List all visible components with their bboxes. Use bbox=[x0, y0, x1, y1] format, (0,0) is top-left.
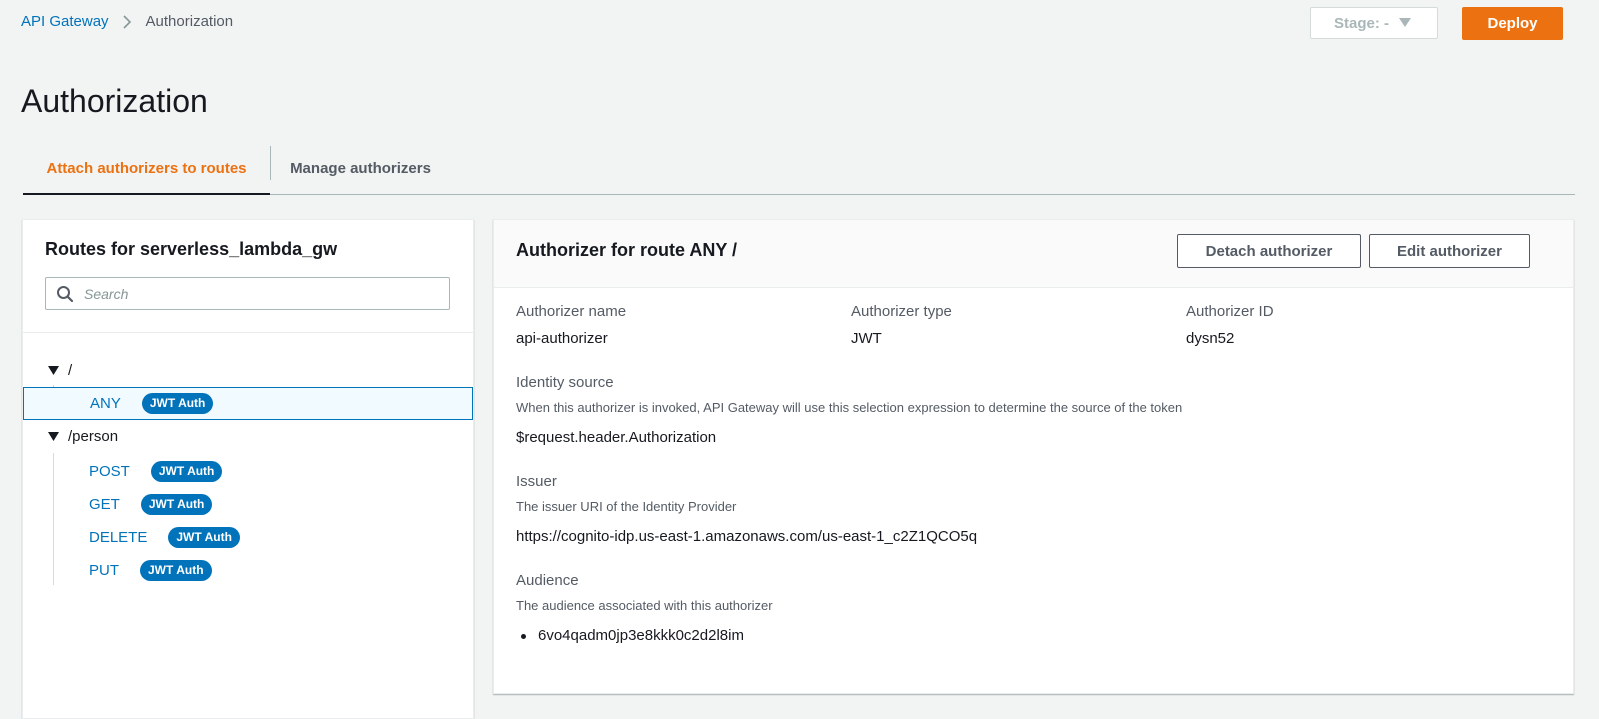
route-method: POST bbox=[89, 462, 130, 480]
tab-divider bbox=[270, 146, 271, 180]
triangle-down-icon bbox=[48, 366, 59, 375]
authorizer-detail-panel: Authorizer for route ANY / Detach author… bbox=[493, 219, 1574, 694]
audience-value: 6vo4qadm0jp3e8kkk0c2d2l8im bbox=[538, 627, 744, 644]
authorizer-type-value: JWT bbox=[851, 330, 882, 347]
authorizer-id-label: Authorizer ID bbox=[1186, 303, 1274, 320]
route-method: GET bbox=[89, 495, 120, 513]
routes-panel: Routes for serverless_lambda_gw / ANY JW… bbox=[22, 219, 474, 719]
jwt-auth-badge: JWT Auth bbox=[140, 559, 212, 581]
authorizer-name-value: api-authorizer bbox=[516, 330, 608, 347]
route-item-delete[interactable]: DELETE JWT Auth bbox=[89, 525, 240, 549]
page-title: Authorization bbox=[21, 83, 208, 119]
tree-node-person[interactable]: /person bbox=[48, 428, 118, 445]
route-method: DELETE bbox=[89, 528, 148, 546]
caret-down-icon bbox=[1399, 18, 1412, 28]
tree-node-path: /person bbox=[68, 428, 119, 445]
audience-label: Audience bbox=[516, 572, 579, 589]
audience-description: The audience associated with this author… bbox=[516, 598, 773, 613]
stage-select[interactable]: Stage: - bbox=[1310, 7, 1438, 39]
search-icon bbox=[56, 285, 74, 303]
jwt-auth-badge: JWT Auth bbox=[141, 393, 214, 414]
tree-node-path: / bbox=[68, 362, 73, 379]
identity-source-value: $request.header.Authorization bbox=[516, 429, 717, 446]
issuer-label: Issuer bbox=[516, 473, 557, 490]
detail-panel-header: Authorizer for route ANY / Detach author… bbox=[494, 220, 1573, 288]
authorizer-name-label: Authorizer name bbox=[516, 303, 627, 320]
routes-panel-header: Routes for serverless_lambda_gw bbox=[23, 220, 473, 333]
breadcrumb: API Gateway Authorization bbox=[21, 13, 233, 30]
route-method: ANY bbox=[90, 395, 121, 412]
authorizer-id-value: dysn52 bbox=[1186, 330, 1235, 347]
chevron-right-icon bbox=[122, 14, 132, 29]
route-item-get[interactable]: GET JWT Auth bbox=[89, 492, 213, 516]
search-box[interactable] bbox=[45, 277, 450, 310]
breadcrumb-current: Authorization bbox=[145, 13, 234, 30]
triangle-down-icon bbox=[48, 432, 59, 441]
identity-source-description: When this authorizer is invoked, API Gat… bbox=[516, 400, 1183, 415]
route-item-any[interactable]: ANY JWT Auth bbox=[23, 387, 473, 420]
identity-source-label: Identity source bbox=[516, 374, 614, 391]
authorizer-type-label: Authorizer type bbox=[851, 303, 952, 320]
breadcrumb-api-gateway-link[interactable]: API Gateway bbox=[21, 13, 109, 30]
stage-select-label: Stage: - bbox=[1334, 14, 1390, 32]
routes-panel-title: Routes for serverless_lambda_gw bbox=[45, 239, 338, 259]
route-item-post[interactable]: POST JWT Auth bbox=[89, 459, 223, 483]
jwt-auth-badge: JWT Auth bbox=[140, 493, 213, 515]
tab-bar: Attach authorizers to routes Manage auth… bbox=[23, 143, 1575, 195]
route-item-put[interactable]: PUT JWT Auth bbox=[89, 558, 212, 582]
issuer-value: https://cognito-idp.us-east-1.amazonaws.… bbox=[516, 528, 978, 545]
detach-authorizer-button[interactable]: Detach authorizer bbox=[1177, 234, 1361, 268]
jwt-auth-badge: JWT Auth bbox=[150, 460, 223, 482]
tab-attach-authorizers[interactable]: Attach authorizers to routes bbox=[23, 143, 270, 195]
tree-node-root[interactable]: / bbox=[48, 362, 72, 379]
route-method: PUT bbox=[89, 561, 119, 579]
deploy-button[interactable]: Deploy bbox=[1462, 7, 1563, 40]
issuer-description: The issuer URI of the Identity Provider bbox=[516, 499, 737, 514]
tree-guide-line bbox=[53, 453, 54, 585]
jwt-auth-badge: JWT Auth bbox=[168, 526, 240, 548]
list-bullet bbox=[521, 634, 526, 639]
tab-manage-authorizers[interactable]: Manage authorizers bbox=[275, 143, 446, 193]
edit-authorizer-button[interactable]: Edit authorizer bbox=[1369, 234, 1530, 268]
detail-panel-title: Authorizer for route ANY / bbox=[516, 240, 738, 260]
search-input[interactable] bbox=[82, 284, 426, 303]
